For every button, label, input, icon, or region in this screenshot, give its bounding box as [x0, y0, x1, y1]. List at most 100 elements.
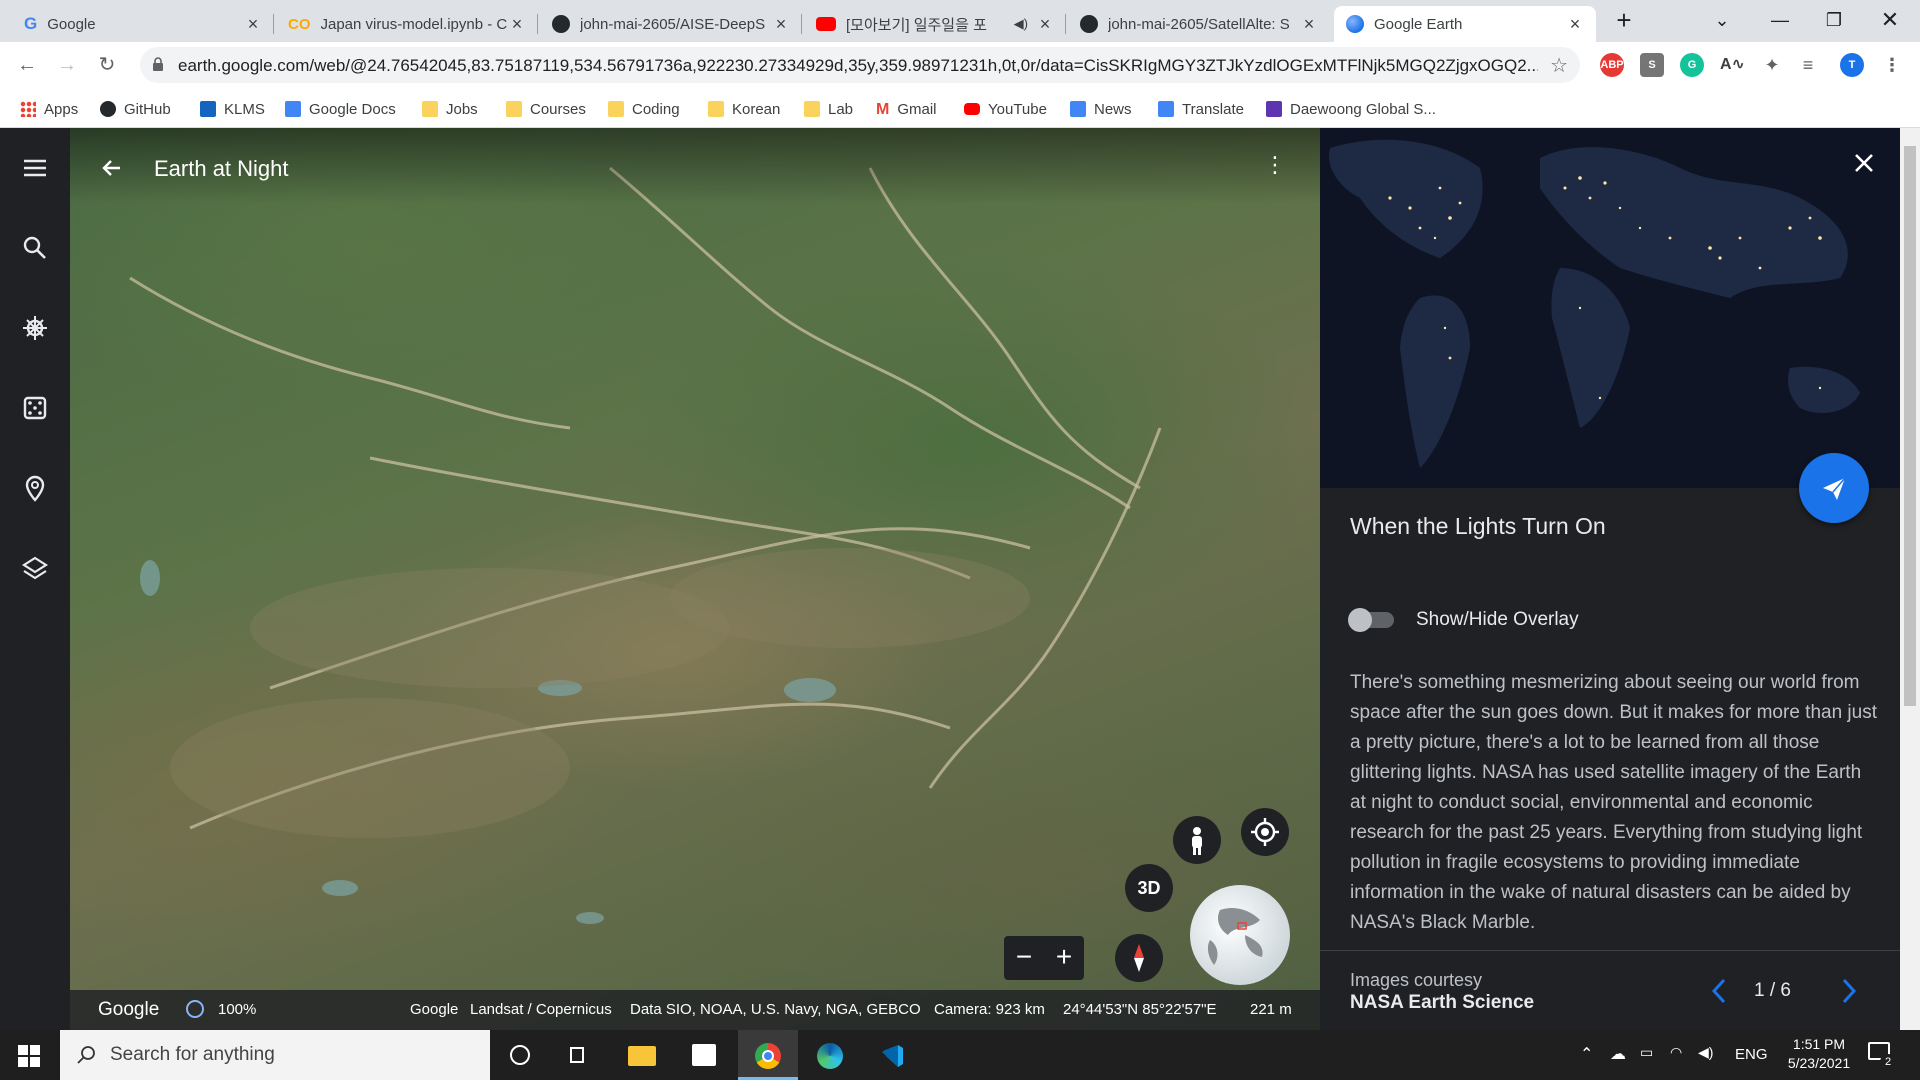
voyager-ship-wheel-icon[interactable] — [17, 310, 53, 346]
map-style-layers-icon[interactable] — [17, 550, 53, 586]
bookmark-apps[interactable]: Apps — [20, 98, 78, 120]
battery-icon[interactable]: ▭ — [1640, 1044, 1653, 1080]
toggle-3d-button[interactable]: 3D — [1125, 864, 1173, 912]
back-icon[interactable]: ← — [12, 50, 42, 80]
menu-icon[interactable] — [17, 150, 53, 186]
attribution-google[interactable]: Google — [410, 1001, 458, 1018]
google-logo: Google — [98, 999, 160, 1020]
next-chevron-icon[interactable] — [1838, 976, 1860, 1006]
more-options-icon[interactable]: ⋮ — [1264, 152, 1286, 178]
bookmark-google-docs[interactable]: Google Docs — [285, 98, 396, 120]
attribution-landsat[interactable]: Landsat / Copernicus — [470, 1001, 612, 1018]
zoom-in-button[interactable]: + — [1044, 936, 1084, 980]
bookmark-daewoong[interactable]: Daewoong Global S... — [1266, 98, 1436, 120]
cortana-icon[interactable] — [490, 1030, 550, 1080]
bookmark-coding[interactable]: Coding — [608, 98, 680, 120]
search-icon[interactable] — [17, 230, 53, 266]
bookmark-gmail[interactable]: M Gmail — [876, 98, 937, 120]
bookmark-star-icon[interactable]: ☆ — [1550, 53, 1568, 78]
notification-count: 2 — [1880, 1054, 1896, 1070]
folder-icon — [804, 101, 820, 117]
search-icon — [77, 1046, 95, 1064]
bookmark-label: Courses — [530, 100, 586, 118]
tab-github-aise[interactable]: john-mai-2605/AISE-DeepS × — [540, 6, 802, 42]
bookmark-courses[interactable]: Courses — [506, 98, 586, 120]
vscode-icon[interactable] — [862, 1030, 922, 1080]
bookmark-news[interactable]: News — [1070, 98, 1132, 120]
bookmark-lab[interactable]: Lab — [804, 98, 853, 120]
tab-search-icon[interactable]: ⌄ — [1694, 0, 1750, 42]
bookmark-translate[interactable]: Translate — [1158, 98, 1244, 120]
projects-pin-icon[interactable] — [17, 470, 53, 506]
close-icon[interactable]: × — [772, 14, 790, 35]
close-icon[interactable]: × — [244, 14, 262, 35]
send-icon — [1823, 477, 1846, 500]
colab-icon: CO — [288, 15, 311, 33]
back-arrow-icon[interactable] — [100, 156, 124, 180]
task-view-icon[interactable] — [550, 1030, 610, 1080]
window-close-button[interactable]: ✕ — [1862, 0, 1918, 42]
bookmark-youtube[interactable]: YouTube — [964, 98, 1047, 120]
mini-globe-icon[interactable] — [1190, 885, 1290, 985]
close-icon[interactable]: × — [1300, 14, 1318, 35]
tab-youtube[interactable]: [모아보기] 일주일을 포 ◀) × — [804, 6, 1066, 42]
menu-kebab-icon[interactable]: ⋮ — [1880, 53, 1904, 77]
address-bar[interactable]: earth.google.com/web/@24.76542045,83.751… — [140, 47, 1580, 83]
github-icon — [100, 101, 116, 117]
taskbar-search-box[interactable]: Search for anything — [60, 1030, 490, 1080]
new-tab-button[interactable]: + — [1596, 0, 1652, 42]
language-indicator[interactable]: ENG — [1735, 1046, 1768, 1080]
credit-source[interactable]: NASA Earth Science — [1350, 992, 1534, 1014]
wifi-icon[interactable]: ◠ — [1670, 1044, 1682, 1080]
previous-chevron-icon[interactable] — [1708, 976, 1730, 1006]
card-pager: 1 / 6 — [1754, 980, 1791, 1001]
windows-start-icon[interactable] — [18, 1045, 40, 1067]
minimize-button[interactable]: — — [1752, 0, 1808, 42]
forward-icon[interactable]: → — [52, 50, 82, 80]
speaker-icon[interactable]: ◀) — [1014, 16, 1028, 32]
close-icon[interactable]: × — [1566, 14, 1584, 35]
attribution-data[interactable]: Data SIO, NOAA, U.S. Navy, NGA, GEBCO — [630, 1001, 921, 1018]
taskbar-clock[interactable]: 1:51 PM 5/23/2021 — [1774, 1036, 1864, 1080]
share-send-button[interactable] — [1799, 453, 1869, 523]
tab-github-satellaite[interactable]: john-mai-2605/SatellAlte: S × — [1068, 6, 1330, 42]
profile-avatar[interactable]: T — [1840, 53, 1864, 77]
bookmark-jobs[interactable]: Jobs — [422, 98, 478, 120]
file-explorer-icon[interactable] — [612, 1030, 672, 1080]
notification-center-icon[interactable]: 2 — [1868, 1042, 1896, 1080]
feeling-lucky-dice-icon[interactable] — [17, 390, 53, 426]
onedrive-icon[interactable]: ☁ — [1610, 1044, 1626, 1080]
read-aloud-icon[interactable]: A∿ — [1720, 53, 1745, 77]
close-icon[interactable]: × — [508, 14, 526, 35]
chrome-taskbar-icon[interactable] — [738, 1030, 798, 1080]
tab-colab[interactable]: CO Japan virus-model.ipynb - C × — [276, 6, 538, 42]
knowledge-card: When the Lights Turn On Show/Hide Overla… — [1320, 128, 1900, 1030]
close-icon[interactable]: × — [1036, 14, 1054, 35]
windows-taskbar: Search for anything ⌃ ☁ ▭ ◠ ◀) ENG 1:51 … — [0, 1030, 1920, 1080]
pegman-street-view-icon[interactable] — [1173, 816, 1221, 864]
my-location-icon[interactable] — [1241, 808, 1289, 856]
extensions-puzzle-icon[interactable]: ✦ — [1760, 53, 1784, 77]
bookmark-korean[interactable]: Korean — [708, 98, 780, 120]
bookmark-label: Daewoong Global S... — [1290, 100, 1436, 118]
s-extension-icon[interactable]: S — [1640, 53, 1664, 77]
divider — [1320, 950, 1900, 951]
tab-google[interactable]: G Google × — [12, 6, 274, 42]
page-scrollbar[interactable] — [1900, 128, 1920, 1030]
bookmark-github[interactable]: GitHub — [100, 98, 171, 120]
reload-icon[interactable]: ↻ — [92, 50, 122, 80]
edge-icon[interactable] — [800, 1030, 860, 1080]
grammarly-icon[interactable]: G — [1680, 53, 1704, 77]
close-panel-icon[interactable] — [1853, 152, 1875, 174]
tab-google-earth[interactable]: Google Earth × — [1334, 6, 1596, 42]
volume-icon[interactable]: ◀) — [1698, 1044, 1713, 1080]
reading-list-icon[interactable]: ≡ — [1796, 53, 1820, 77]
adblock-icon[interactable]: ABP — [1600, 53, 1624, 77]
microsoft-store-icon[interactable] — [674, 1030, 734, 1080]
overlay-toggle[interactable] — [1348, 608, 1394, 632]
zoom-out-button[interactable]: − — [1004, 936, 1044, 980]
bookmark-klms[interactable]: KLMS — [200, 98, 265, 120]
compass-icon[interactable] — [1115, 934, 1163, 982]
restore-button[interactable]: ❐ — [1806, 0, 1862, 42]
tray-chevron-icon[interactable]: ⌃ — [1580, 1044, 1600, 1080]
